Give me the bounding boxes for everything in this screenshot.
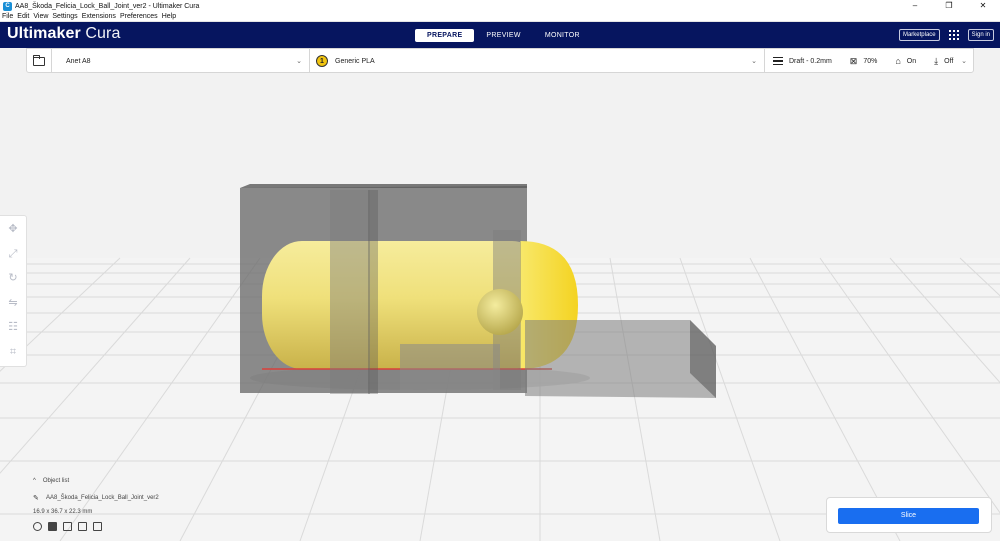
printer-toolbar: Anet A8 ⌄ 1 Generic PLA ⌄ Draft - 0.2mm …: [26, 48, 974, 73]
maximize-button[interactable]: ❐: [932, 0, 966, 12]
menu-preferences[interactable]: Preferences: [120, 13, 158, 20]
chevron-up-icon: ^: [33, 478, 36, 484]
tab-monitor[interactable]: MONITOR: [533, 29, 592, 42]
chevron-down-icon: ⌄: [961, 58, 967, 65]
header-actions: Marketplace Sign in: [898, 29, 994, 41]
object-list-header: Object list: [42, 478, 70, 484]
support-blocker-icon[interactable]: ⌗: [6, 345, 20, 359]
view-3d-icon[interactable]: [33, 522, 42, 531]
tab-prepare[interactable]: PREPARE: [415, 29, 475, 42]
view-front-icon[interactable]: [48, 522, 57, 531]
window-controls: – ❐ ✕: [898, 0, 1000, 12]
window-title-bar: C AA8_Škoda_Felicia_Lock_Ball_Joint_ver2…: [0, 0, 1000, 12]
sliders-icon: [773, 57, 783, 65]
slice-button[interactable]: Slice: [838, 508, 979, 524]
per-model-settings-icon[interactable]: ☷: [6, 320, 20, 334]
support-block-right: [525, 320, 716, 398]
tool-strip: ✥ ⤢ ↻ ⇋ ☷ ⌗: [0, 215, 27, 367]
menu-extensions[interactable]: Extensions: [82, 13, 116, 20]
stage-tabs: PREPARE PREVIEW MONITOR: [415, 29, 592, 42]
material-selector[interactable]: 1 Generic PLA ⌄: [310, 49, 765, 73]
sign-in-button[interactable]: Sign in: [967, 29, 994, 41]
apps-grid-icon[interactable]: [948, 30, 959, 40]
support-step: [400, 344, 500, 392]
material-name: Generic PLA: [335, 57, 375, 65]
cura-app-icon: C: [3, 1, 12, 11]
scale-icon[interactable]: ⤢: [6, 247, 20, 261]
app-header: Ultimaker Cura PREPARE PREVIEW MONITOR M…: [0, 22, 1000, 48]
mirror-icon[interactable]: ⇋: [6, 296, 20, 310]
slice-panel: Slice: [826, 497, 992, 533]
chevron-down-icon: ⌄: [296, 58, 302, 65]
rotate-icon[interactable]: ↻: [6, 271, 20, 285]
menu-view[interactable]: View: [33, 13, 48, 20]
view-top-icon[interactable]: [63, 522, 72, 531]
adhesion-value: Off: [944, 57, 954, 65]
minimize-button[interactable]: –: [898, 0, 932, 12]
marketplace-button[interactable]: Marketplace: [898, 29, 940, 41]
tab-preview[interactable]: PREVIEW: [474, 29, 532, 42]
3d-viewport[interactable]: [0, 48, 1000, 541]
object-name: AA8_Škoda_Felicia_Lock_Ball_Joint_ver2: [46, 495, 159, 501]
folder-icon: [32, 54, 45, 66]
printer-name: Anet A8: [66, 57, 91, 65]
open-file-button[interactable]: [27, 49, 52, 73]
object-dimensions-row: 16.9 x 36.7 x 22.3 mm: [33, 509, 233, 515]
chevron-down-icon: ⌄: [751, 58, 757, 65]
profile-label: Draft - 0.2mm: [789, 57, 832, 65]
menu-edit[interactable]: Edit: [17, 13, 29, 20]
window-title: AA8_Škoda_Felicia_Lock_Ball_Joint_ver2 -…: [15, 2, 200, 10]
app-logo: Ultimaker Cura: [7, 25, 121, 42]
object-dimensions: 16.9 x 36.7 x 22.3 mm: [33, 509, 93, 515]
menu-bar: File Edit View Settings Extensions Prefe…: [0, 12, 1000, 22]
object-list-panel: ^ Object list ✎ AA8_Škoda_Felicia_Lock_B…: [33, 478, 233, 538]
material-spool-icon: 1: [316, 55, 328, 67]
move-icon[interactable]: ✥: [6, 222, 20, 236]
object-name-row[interactable]: ✎ AA8_Škoda_Felicia_Lock_Ball_Joint_ver2: [33, 494, 233, 502]
print-settings-selector[interactable]: Draft - 0.2mm ⊠ 70% ⌂ On ⤓ Off ⌄: [765, 49, 974, 73]
menu-file[interactable]: File: [2, 13, 13, 20]
infill-icon: ⊠: [849, 55, 858, 66]
build-plate-scene: [0, 184, 1000, 541]
printer-selector[interactable]: Anet A8 ⌄: [58, 49, 310, 73]
support-value: On: [906, 57, 917, 65]
ball-joint: [477, 289, 523, 335]
pencil-icon: ✎: [33, 495, 39, 502]
camera-view-buttons: [33, 522, 233, 531]
menu-settings[interactable]: Settings: [52, 13, 77, 20]
view-right-icon[interactable]: [93, 522, 102, 531]
support-icon: ⌂: [895, 56, 901, 66]
view-left-icon[interactable]: [78, 522, 87, 531]
object-list-toggle[interactable]: ^ Object list: [33, 478, 233, 484]
menu-help[interactable]: Help: [162, 13, 176, 20]
adhesion-icon: ⤓: [934, 55, 939, 66]
close-button[interactable]: ✕: [966, 0, 1000, 12]
infill-value: 70%: [863, 57, 878, 65]
support-pillar-1: [330, 190, 370, 394]
